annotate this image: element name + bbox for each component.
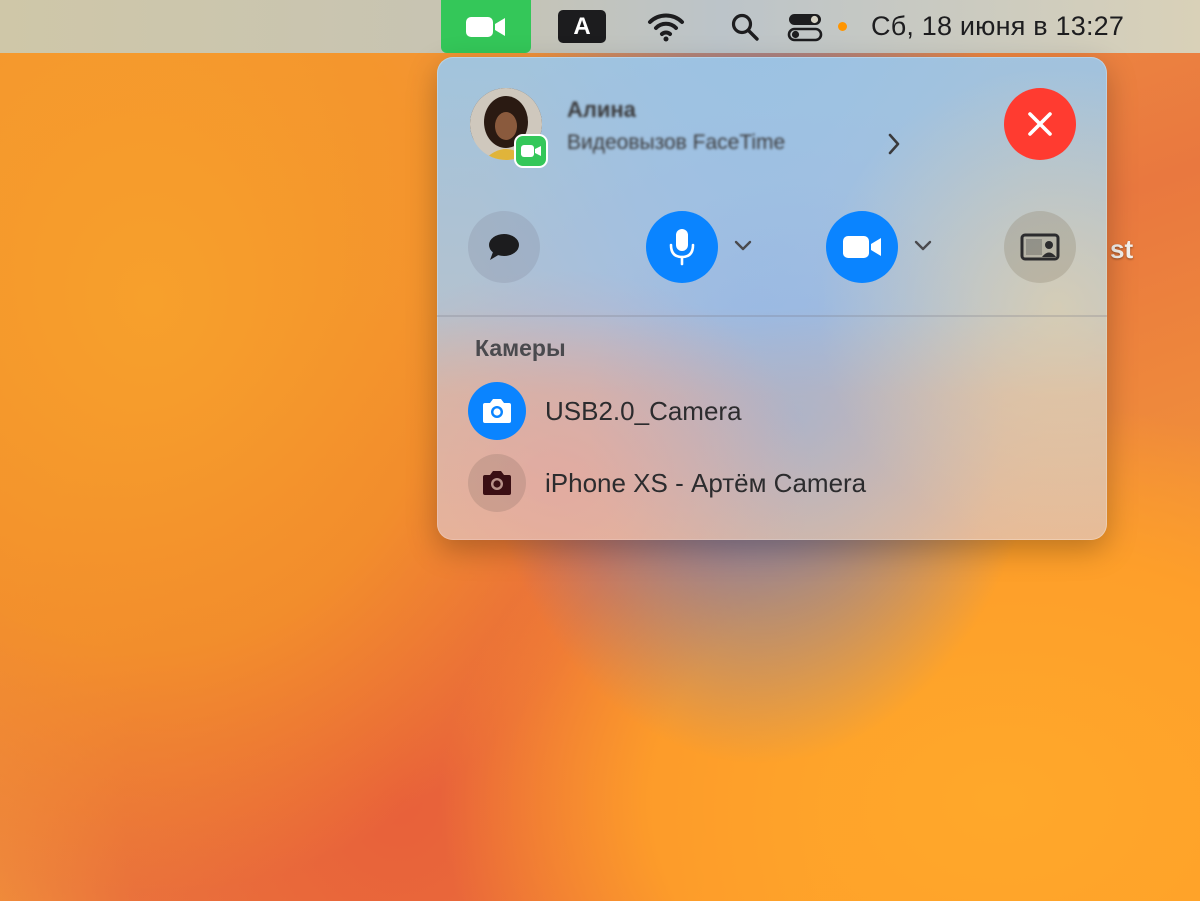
camera-option[interactable]: iPhone XS - Артём Camera — [468, 453, 1068, 513]
camera-icon — [468, 454, 526, 512]
call-type-link[interactable]: Видеовызов FaceTime — [567, 131, 785, 155]
desktop-icon-label[interactable]: st — [1110, 234, 1133, 265]
video-toggle-button[interactable] — [826, 211, 898, 283]
menu-bar: A Сб, 18 июня в 13:27 — [0, 0, 1200, 53]
camera-icon — [468, 382, 526, 440]
control-center-icon — [787, 13, 823, 41]
facetime-menu-extra[interactable] — [441, 0, 531, 53]
messages-button[interactable] — [468, 211, 540, 283]
chevron-down-icon[interactable] — [912, 235, 934, 257]
video-camera-icon — [466, 16, 505, 37]
close-icon — [1028, 112, 1052, 136]
facetime-badge-icon — [514, 134, 548, 168]
camera-option[interactable]: USB2.0_Camera — [468, 381, 1068, 441]
chevron-down-icon[interactable] — [732, 235, 754, 257]
speech-bubble-icon — [489, 234, 519, 260]
cameras-section-title: Камеры — [475, 335, 566, 361]
wifi-menu[interactable] — [643, 0, 689, 53]
screen-share-icon — [1020, 233, 1060, 261]
end-call-button[interactable] — [1004, 88, 1076, 160]
microphone-button[interactable] — [646, 211, 718, 283]
video-camera-icon — [843, 236, 881, 258]
contact-name: Алина — [567, 97, 636, 122]
wifi-icon — [648, 13, 684, 41]
camera-option-label: USB2.0_Camera — [545, 395, 742, 426]
chevron-right-icon[interactable] — [885, 131, 903, 157]
input-source-letter: A — [558, 10, 606, 43]
spotlight-search[interactable] — [726, 0, 764, 53]
section-divider — [437, 315, 1107, 317]
search-icon — [731, 13, 759, 41]
microphone-icon — [669, 229, 695, 266]
camera-option-label: iPhone XS - Артём Camera — [545, 467, 867, 498]
input-source-menu[interactable]: A — [557, 0, 607, 53]
screen-share-button[interactable] — [1004, 211, 1076, 283]
facetime-call-panel: Алина Видеовызов FaceTime Камеры USB2.0_… — [437, 57, 1107, 540]
recording-indicator — [838, 22, 847, 31]
control-center[interactable] — [783, 0, 827, 53]
menu-bar-clock[interactable]: Сб, 18 июня в 13:27 — [871, 0, 1124, 53]
